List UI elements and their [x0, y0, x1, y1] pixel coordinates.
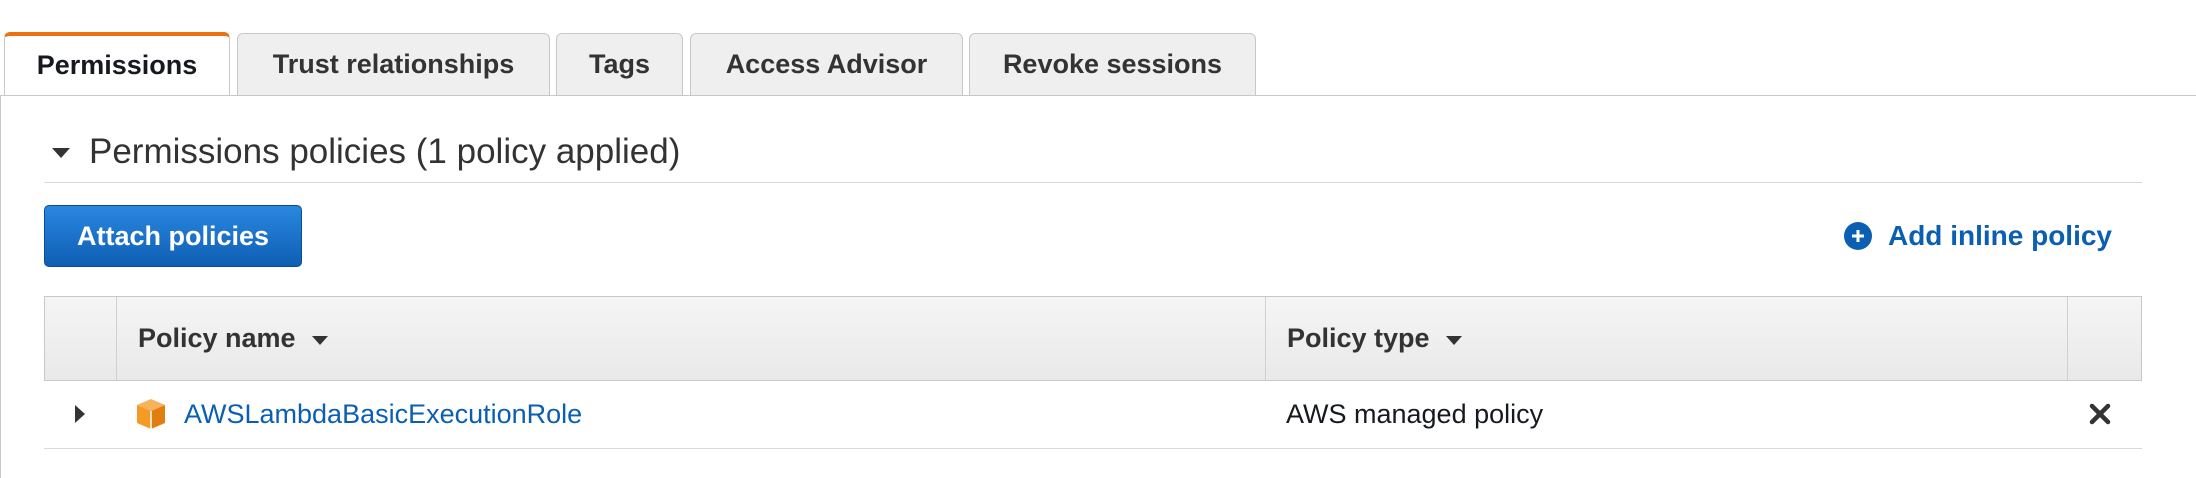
- sort-caret-icon: [311, 335, 328, 345]
- tab-bar: Permissions Trust relationships Tags Acc…: [0, 0, 2196, 96]
- section-title: Permissions policies (1 policy applied): [89, 132, 681, 171]
- table-row: AWSLambdaBasicExecutionRole AWS managed …: [44, 381, 2142, 449]
- tab-trust-relationships[interactable]: Trust relationships: [237, 33, 550, 95]
- policy-name-link[interactable]: AWSLambdaBasicExecutionRole: [184, 399, 582, 430]
- remove-policy-icon[interactable]: [2084, 398, 2116, 430]
- column-header-policy-type[interactable]: Policy type: [1266, 297, 2068, 380]
- tab-access-advisor[interactable]: Access Advisor: [690, 33, 963, 95]
- plus-circle-icon: [1843, 222, 1872, 250]
- aws-managed-policy-cube-icon: [137, 399, 165, 429]
- expand-row-caret-icon[interactable]: [75, 405, 85, 423]
- column-header-policy-name[interactable]: Policy name: [117, 297, 1266, 380]
- table-header: Policy name Policy type: [44, 296, 2142, 381]
- tab-tags[interactable]: Tags: [556, 33, 683, 95]
- column-header-label: Policy type: [1287, 323, 1430, 353]
- collapse-caret-icon[interactable]: [52, 148, 70, 158]
- tab-revoke-sessions[interactable]: Revoke sessions: [969, 33, 1256, 95]
- add-inline-policy-label: Add inline policy: [1887, 220, 2112, 251]
- policies-table: Policy name Policy type AWSLambdaBasicEx…: [44, 296, 2142, 449]
- tab-permissions[interactable]: Permissions: [4, 32, 230, 95]
- expand-column-header: [45, 297, 117, 380]
- add-inline-policy-link[interactable]: Add inline policy: [1843, 214, 2112, 258]
- permissions-policies-header[interactable]: Permissions policies (1 policy applied): [44, 122, 2142, 183]
- column-header-label: Policy name: [138, 323, 296, 353]
- sort-caret-icon: [1445, 335, 1462, 345]
- remove-column-header: [2068, 297, 2141, 380]
- policy-type-cell: AWS managed policy: [1286, 399, 1544, 429]
- attach-policies-button[interactable]: Attach policies: [44, 205, 302, 267]
